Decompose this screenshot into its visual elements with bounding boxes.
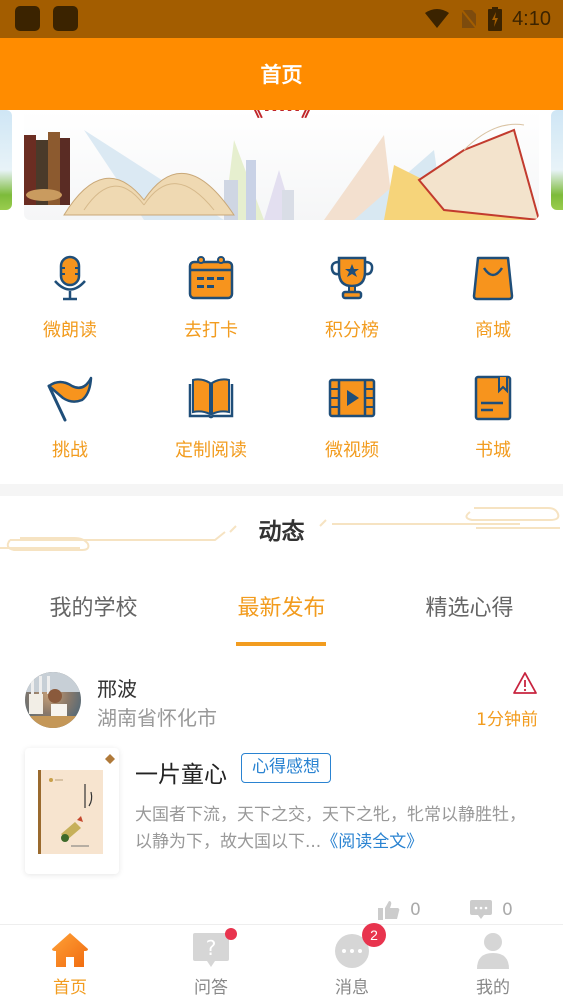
comment-icon: [470, 900, 492, 919]
wifi-icon: [425, 9, 450, 28]
ornament-icon: [105, 754, 115, 764]
microphone-icon: [54, 255, 86, 301]
nav-label: 我的: [476, 978, 510, 998]
calendar-icon: [188, 256, 234, 300]
banner-carousel[interactable]: 《·····》: [0, 110, 563, 228]
grid-item-micro-video[interactable]: 微视频: [282, 360, 422, 470]
grid-label: 微视频: [325, 440, 379, 461]
grid-item-mall[interactable]: 商城: [423, 240, 563, 350]
tab-my-school[interactable]: 我的学校: [0, 590, 187, 622]
grid-item-leaderboard[interactable]: 积分榜: [282, 240, 422, 350]
nav-label: 首页: [53, 978, 87, 998]
nav-messages[interactable]: 2 消息: [282, 923, 422, 1000]
clock: 4:10: [512, 7, 551, 30]
feature-grid: 微朗读 去打卡 积分榜 商城 挑战 定制阅读 微视频 书城: [0, 240, 563, 480]
avatar-photo: [25, 672, 81, 728]
notification-dot: [225, 928, 237, 940]
app-notification-icon: [15, 6, 40, 31]
grid-label: 积分榜: [325, 320, 379, 341]
nav-home[interactable]: 首页: [0, 925, 140, 1000]
unread-badge: 2: [362, 923, 386, 947]
shopping-bag-icon: [472, 256, 514, 301]
tab-latest[interactable]: 最新发布: [188, 590, 375, 622]
no-sim-icon: [460, 8, 478, 30]
book-cover-card[interactable]: [25, 748, 119, 874]
grid-label: 去打卡: [184, 320, 238, 341]
video-icon: [328, 378, 376, 418]
books-illustration: 《·····》: [24, 110, 539, 220]
post-actions: 0 0: [0, 900, 563, 924]
avatar[interactable]: [25, 672, 81, 728]
profile-icon: [473, 931, 513, 969]
svg-text:《·····》: 《·····》: [243, 110, 321, 121]
bookmark-book-icon: [474, 375, 512, 421]
open-book-icon: [188, 378, 234, 419]
grid-label: 挑战: [52, 440, 88, 461]
thumbs-up-icon: [378, 901, 400, 920]
category-tag: 心得感想: [241, 753, 331, 783]
bottom-navigation: 首页 ? 问答 2 消息 我的: [0, 923, 563, 1000]
grid-item-custom-reading[interactable]: 定制阅读: [141, 360, 281, 470]
status-bar: 4:10: [0, 0, 563, 38]
banner-slide[interactable]: 《·····》: [24, 110, 539, 220]
nav-profile[interactable]: 我的: [423, 925, 563, 1000]
battery-charging-icon: [488, 7, 503, 31]
grid-label: 定制阅读: [175, 440, 247, 461]
app-header: 首页: [0, 38, 563, 110]
post-title[interactable]: 一片童心: [135, 755, 227, 789]
author-location: 湖南省怀化市: [97, 706, 217, 730]
post-excerpt: 大国者下流，天下之交，天下之牝，牝常以静胜牡，以静为下，故大国以下...《阅读全…: [135, 802, 535, 856]
nav-qa[interactable]: ? 问答: [141, 925, 281, 1000]
question-icon: ?: [191, 928, 237, 969]
report-warning-icon[interactable]: [512, 671, 538, 695]
banner-next-slide[interactable]: [551, 110, 563, 210]
post-time: 1分钟前: [476, 710, 538, 730]
section-divider: [0, 484, 563, 496]
grid-item-check-in[interactable]: 去打卡: [141, 240, 281, 350]
home-icon: [50, 931, 90, 969]
banner-prev-slide[interactable]: [0, 110, 12, 210]
like-count: 0: [410, 900, 421, 920]
tab-featured[interactable]: 精选心得: [376, 590, 563, 622]
grid-label: 商城: [475, 320, 511, 341]
comment-count: 0: [502, 900, 513, 920]
grid-item-micro-reading[interactable]: 微朗读: [0, 240, 140, 350]
svg-text:?: ?: [206, 936, 217, 960]
book-cover-art: [49, 778, 93, 847]
nav-label: 问答: [194, 978, 228, 998]
active-tab-indicator: [236, 642, 326, 646]
message-icon: 2: [332, 923, 386, 969]
read-more-link[interactable]: 《阅读全文》: [321, 832, 423, 852]
app-notification-icon: [53, 6, 78, 31]
comment-button[interactable]: 0: [470, 900, 513, 920]
like-button[interactable]: 0: [378, 900, 421, 920]
grid-item-bookstore[interactable]: 书城: [423, 360, 563, 470]
page-title: 首页: [260, 63, 303, 87]
flag-icon: [47, 376, 93, 422]
nav-label: 消息: [335, 978, 369, 998]
grid-item-challenge[interactable]: 挑战: [0, 360, 140, 470]
feed-tabs: 我的学校 最新发布 精选心得: [0, 590, 563, 650]
author-name[interactable]: 邢波: [97, 673, 137, 702]
grid-label: 微朗读: [43, 320, 97, 341]
book-cover-image: [38, 770, 103, 854]
section-title: 动态: [258, 519, 305, 545]
trophy-icon: [330, 256, 374, 300]
grid-label: 书城: [475, 440, 511, 461]
